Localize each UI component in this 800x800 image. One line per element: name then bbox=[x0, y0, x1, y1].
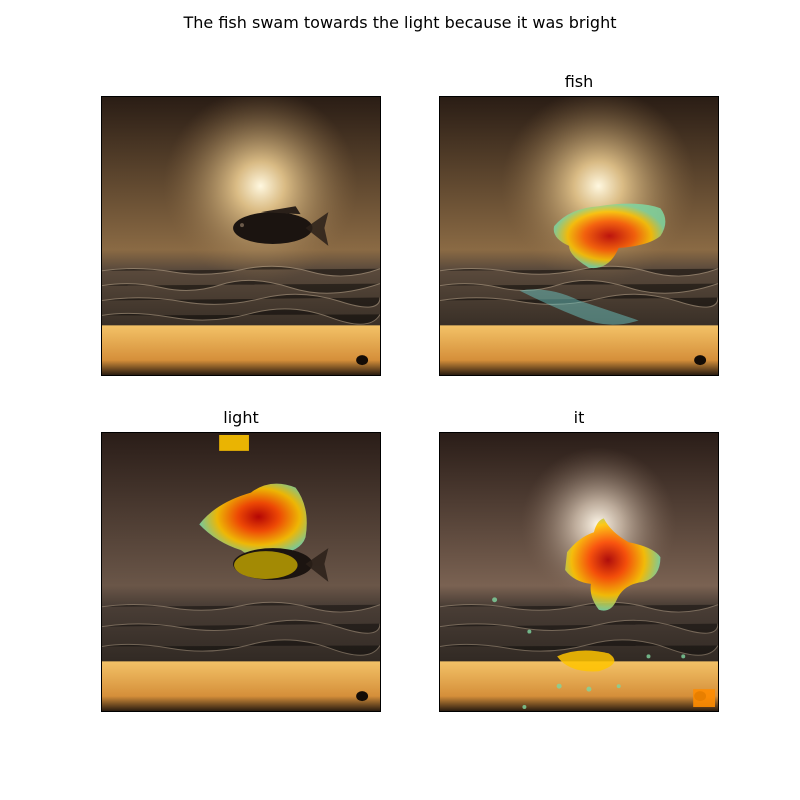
heatmap-panel-it bbox=[439, 432, 719, 712]
panel-title-it: it bbox=[573, 408, 585, 427]
heatmap-panel-light bbox=[101, 432, 381, 712]
figure-title: The fish swam towards the light because … bbox=[183, 13, 617, 32]
original-image-panel bbox=[101, 96, 381, 376]
heatmap-image-it bbox=[440, 433, 718, 711]
panel-title-fish: fish bbox=[564, 72, 594, 91]
heatmap-panel-fish bbox=[439, 96, 719, 376]
heatmap-image-light bbox=[102, 433, 380, 711]
heatmap-image-fish bbox=[440, 97, 718, 375]
original-image bbox=[102, 97, 380, 375]
panel-title-light: light bbox=[223, 408, 259, 427]
